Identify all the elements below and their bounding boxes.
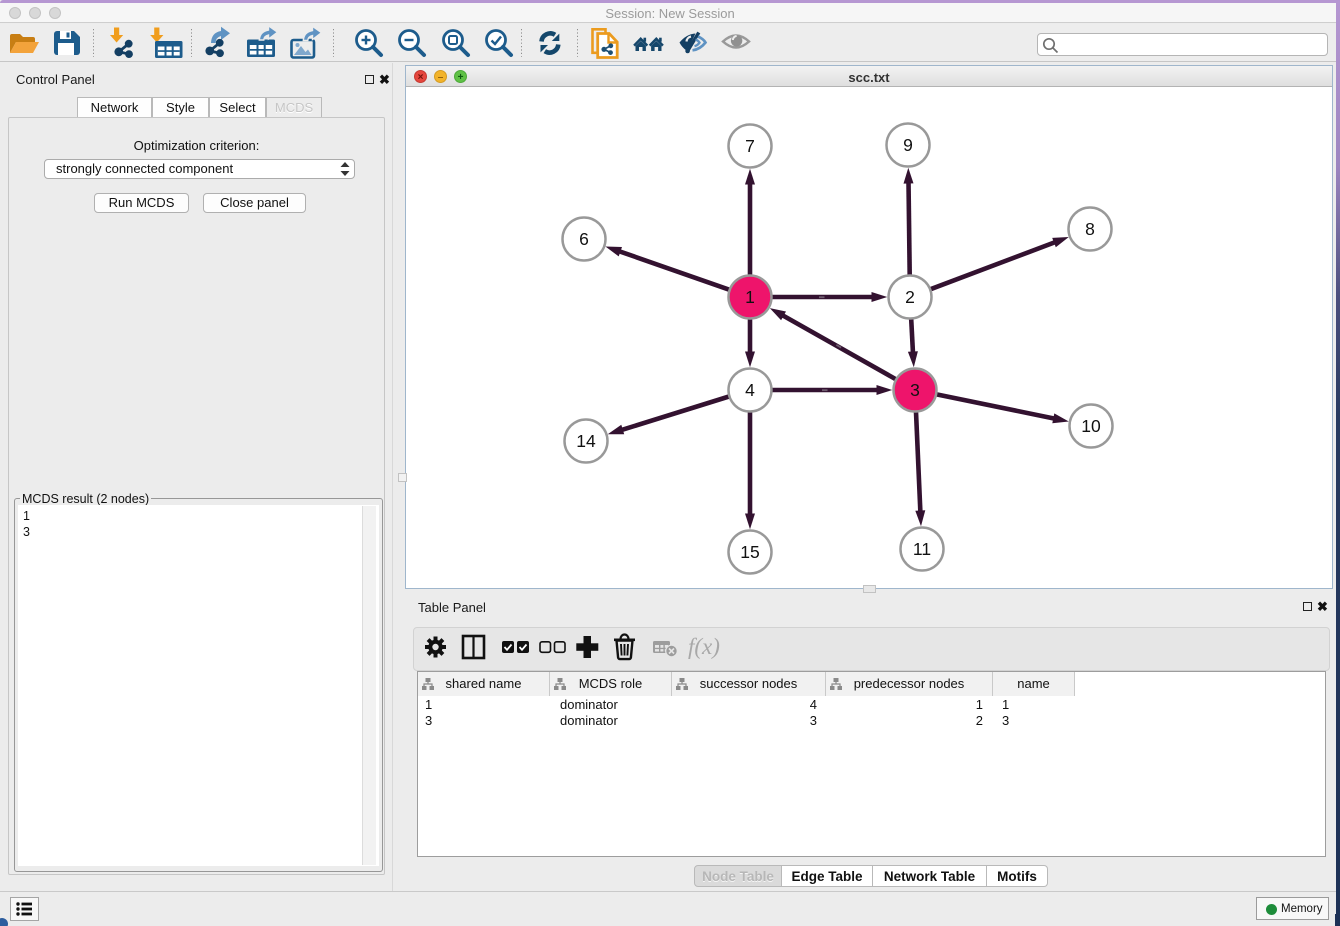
svg-text:11: 11 [913,539,931,559]
svg-text:7: 7 [745,136,755,156]
svg-text:8: 8 [1085,219,1095,239]
svg-text:4: 4 [745,380,755,400]
svg-text:1: 1 [745,287,755,307]
svg-text:9: 9 [903,135,913,155]
svg-text:3: 3 [910,380,920,400]
svg-text:f(x): f(x) [688,634,720,659]
svg-text:2: 2 [905,287,915,307]
svg-text:6: 6 [579,229,589,249]
svg-text:14: 14 [576,431,596,451]
svg-text:10: 10 [1081,416,1101,436]
svg-text:15: 15 [740,542,759,562]
